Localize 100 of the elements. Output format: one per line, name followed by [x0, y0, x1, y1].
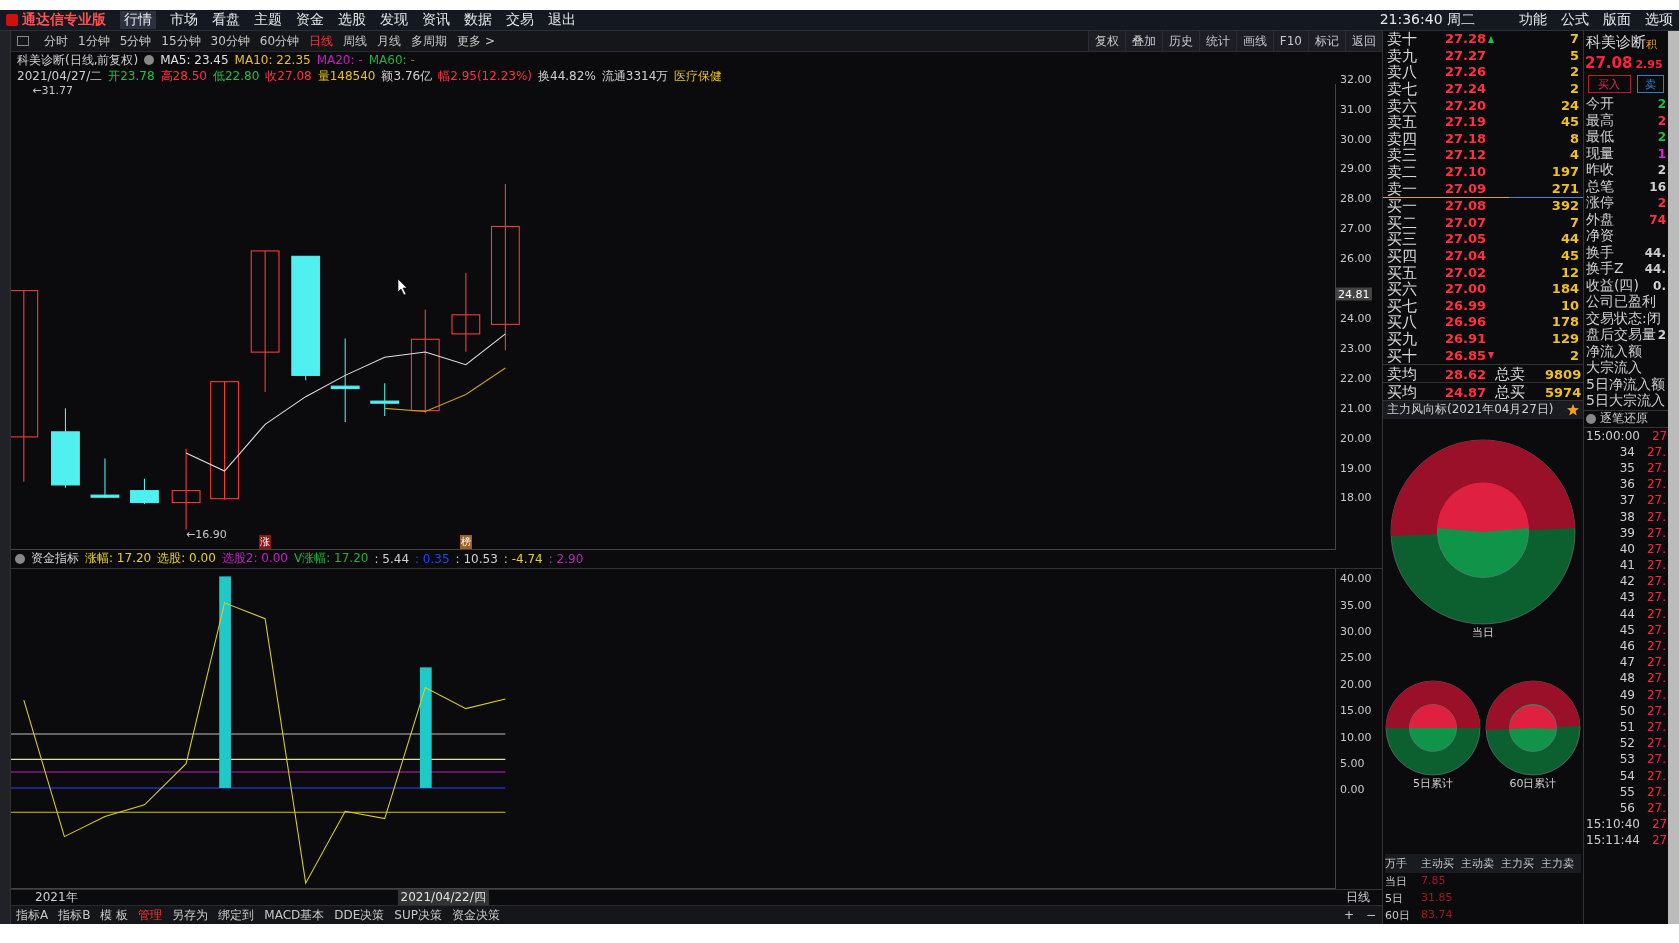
- period-tab[interactable]: 30分钟: [205, 32, 255, 50]
- field-label: 5日大宗流入: [1586, 392, 1665, 411]
- indicator-tab[interactable]: 绑定到: [213, 906, 260, 924]
- eye-icon[interactable]: [144, 55, 155, 65]
- toolbar-button[interactable]: 历史: [1161, 31, 1199, 51]
- indicator-tab[interactable]: 指标A: [11, 906, 54, 924]
- menu-item[interactable]: 选股: [338, 11, 366, 29]
- indicator-tab[interactable]: DDE决策: [329, 906, 390, 924]
- period-tab[interactable]: 多周期: [406, 32, 453, 50]
- menu-item[interactable]: 市场: [170, 11, 198, 29]
- period-tab[interactable]: 周线: [338, 32, 373, 50]
- axis-tick: 35.00: [1340, 598, 1372, 612]
- menu-item[interactable]: 数据: [464, 11, 492, 29]
- price: 27.04: [1445, 248, 1487, 264]
- menu-item[interactable]: 发现: [380, 11, 408, 29]
- buy-button[interactable]: 买入: [1588, 75, 1631, 93]
- indicator-tab[interactable]: MACD基本: [259, 906, 330, 924]
- last-price: 27.08: [1585, 54, 1633, 72]
- tick-time: 48: [1618, 671, 1636, 686]
- period-tab[interactable]: 5分钟: [114, 32, 157, 50]
- zoom-button[interactable]: +: [1337, 908, 1360, 923]
- level-label: 卖一: [1387, 180, 1418, 197]
- tick-price: 27.: [1646, 800, 1666, 815]
- tick-price: 27.: [1651, 833, 1668, 848]
- period-tab[interactable]: 月线: [372, 32, 407, 50]
- tick-price: 27.: [1646, 493, 1666, 508]
- toolbar-button[interactable]: F10: [1272, 31, 1308, 51]
- indicator-value: 选股2: 0.00: [221, 550, 288, 568]
- period-tab[interactable]: 更多 >: [452, 32, 500, 50]
- tick-price: 27.: [1646, 639, 1666, 654]
- period-tab[interactable]: 1分钟: [73, 32, 115, 50]
- indicator-tab[interactable]: 模 板: [95, 906, 134, 924]
- sell-button[interactable]: 卖: [1636, 75, 1664, 93]
- period-tab[interactable]: 60分钟: [254, 32, 305, 50]
- column-header: 主力买: [1501, 854, 1541, 873]
- period-tab[interactable]: 分时: [39, 32, 73, 50]
- panel-icon[interactable]: [17, 36, 29, 46]
- field-label: 换手Z: [1586, 260, 1624, 278]
- tick-price: 27.: [1646, 606, 1666, 621]
- indicator-value: 选股: 0.00: [157, 550, 216, 568]
- menu-item[interactable]: 选项: [1645, 11, 1673, 29]
- level-label: 买八: [1387, 314, 1418, 331]
- menu-item[interactable]: 资讯: [422, 11, 450, 29]
- level-label: 买六: [1387, 281, 1418, 298]
- toolbar-button[interactable]: 画线: [1235, 31, 1273, 51]
- toolbar-button[interactable]: 返回: [1345, 31, 1382, 51]
- tick-time: 50: [1618, 703, 1636, 718]
- menu-item[interactable]: 资金: [296, 11, 324, 29]
- field-value: 2: [1657, 328, 1666, 343]
- period-tab[interactable]: 日线: [304, 32, 339, 50]
- field-value: 74: [1649, 212, 1666, 227]
- menu-item[interactable]: 看盘: [212, 11, 240, 29]
- volume: 10: [1559, 297, 1579, 314]
- price: 27.08: [1445, 198, 1487, 215]
- menu-item[interactable]: 版面: [1603, 11, 1631, 29]
- indicator-tab[interactable]: 另存为: [167, 906, 214, 924]
- toolbar-button[interactable]: 标记: [1308, 31, 1345, 51]
- price: 27.24: [1445, 81, 1487, 98]
- level-label: 买一: [1387, 198, 1418, 215]
- tick-time: 54: [1618, 768, 1636, 783]
- toolbar-button[interactable]: 统计: [1198, 31, 1236, 51]
- indicator-tab[interactable]: SUP决策: [389, 906, 447, 924]
- level-label: 买九: [1387, 331, 1418, 347]
- field-value: 2: [1657, 196, 1666, 211]
- price: 27.09: [1445, 180, 1487, 197]
- tick-price: 27.: [1646, 784, 1666, 799]
- volume: 7: [1568, 214, 1579, 231]
- zoom-button[interactable]: −: [1359, 908, 1382, 923]
- menu-item[interactable]: 退出: [548, 11, 576, 29]
- indicator-tab[interactable]: 资金决策: [446, 906, 505, 924]
- menu-item[interactable]: 行情: [120, 11, 156, 29]
- tick-price: 27.: [1646, 509, 1666, 524]
- tick-time: 38: [1618, 509, 1636, 524]
- price: 27.10: [1445, 164, 1487, 181]
- volume: 7: [1568, 31, 1579, 48]
- panel-title: 主力风向标(2021年04月27日): [1387, 401, 1554, 419]
- menu-item[interactable]: 主题: [254, 11, 282, 29]
- toolbar-button[interactable]: 叠加: [1124, 31, 1162, 51]
- toolbar-button[interactable]: 复权: [1087, 31, 1125, 51]
- indicator-tab[interactable]: 管理: [133, 906, 168, 924]
- star-icon[interactable]: [1567, 403, 1579, 416]
- collapse-icon[interactable]: [1586, 413, 1596, 424]
- volume: 2: [1568, 347, 1579, 364]
- volume: 5: [1568, 47, 1579, 64]
- indicator-value: V涨幅: 17.20: [294, 550, 369, 568]
- clock: 21:36:40 周二: [1379, 11, 1475, 29]
- price: 27.27: [1445, 47, 1487, 64]
- indicator-tab[interactable]: 指标B: [53, 906, 96, 924]
- menu-item[interactable]: 功能: [1519, 11, 1547, 29]
- collapse-icon[interactable]: [15, 553, 25, 564]
- menu-item[interactable]: 公式: [1561, 11, 1589, 29]
- period-tab[interactable]: 15分钟: [156, 32, 206, 50]
- volume: 178: [1550, 314, 1579, 331]
- ma-value: MA10: 22.35: [234, 53, 311, 67]
- volume: 9809: [1545, 366, 1582, 382]
- field-label: 昨收: [1586, 161, 1614, 179]
- menu-item[interactable]: 交易: [506, 11, 534, 29]
- volume: 184: [1550, 281, 1579, 298]
- level-label: 卖十: [1387, 31, 1418, 48]
- volume: 12: [1559, 264, 1579, 281]
